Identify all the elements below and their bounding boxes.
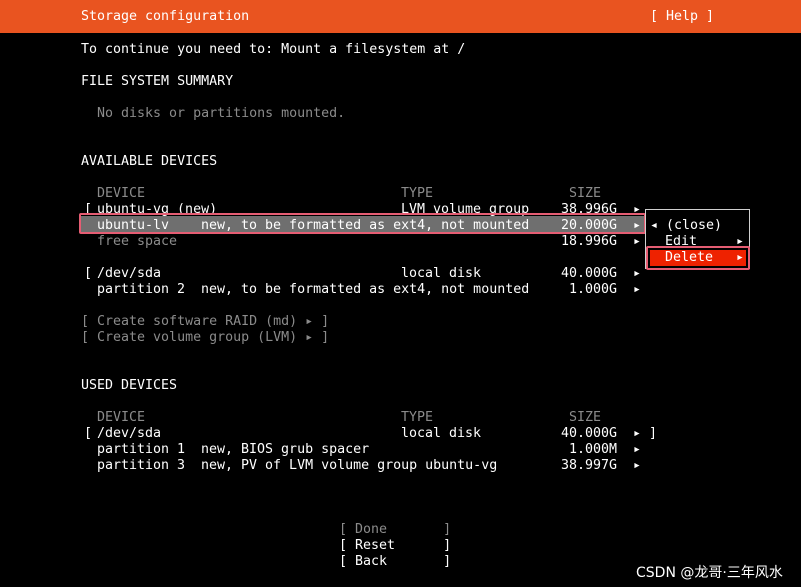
chevron-right-icon[interactable]: ▸ — [633, 234, 641, 250]
used-col-size: SIZE — [569, 410, 602, 425]
used-col-device: DEVICE — [97, 410, 146, 425]
chevron-right-icon[interactable]: ▸ — [633, 442, 641, 458]
available-col-type: TYPE — [401, 186, 434, 201]
available-col-device: DEVICE — [97, 186, 146, 201]
menu-item-close[interactable]: ◂ (close) — [650, 218, 722, 234]
help-button[interactable]: [ Help ] — [650, 9, 714, 25]
row-bracket: [ — [84, 426, 93, 441]
row-device: /dev/sda — [97, 266, 162, 281]
create-lvm-button[interactable]: [ Create volume group (LVM) ▸ ] — [81, 330, 329, 346]
create-raid-button[interactable]: [ Create software RAID (md) ▸ ] — [81, 314, 329, 330]
available-devices-heading: AVAILABLE DEVICES — [81, 154, 218, 169]
annotation-box-row — [79, 213, 646, 234]
row-type: new, to be formatted as ext4, not mounte… — [201, 282, 530, 297]
watermark: CSDN @龙哥·三年风水 — [636, 565, 783, 581]
fs-summary-empty: No disks or partitions mounted. — [97, 106, 346, 121]
row-size: 1.000G — [569, 282, 618, 297]
installer-screen: Storage configuration [ Help ] To contin… — [0, 0, 801, 587]
row-type: local disk — [401, 426, 482, 441]
header-bar: Storage configuration [ Help ] — [0, 0, 801, 33]
row-size: 38.997G — [561, 458, 618, 473]
row-bracket: [ — [84, 266, 93, 281]
row-size: 40.000G — [561, 266, 618, 281]
done-button[interactable]: [ Done ] — [339, 522, 451, 538]
chevron-right-icon[interactable]: ▸ ] — [633, 426, 657, 442]
back-button[interactable]: [ Back ] — [339, 554, 451, 570]
annotation-box-delete — [646, 246, 750, 270]
page-title: Storage configuration — [81, 9, 250, 24]
row-type: new, BIOS grub spacer — [201, 442, 370, 457]
row-device: partition 2 — [97, 282, 186, 297]
chevron-right-icon[interactable]: ▸ — [633, 458, 641, 474]
row-size: 18.996G — [561, 234, 618, 249]
fs-summary-heading: FILE SYSTEM SUMMARY — [81, 74, 234, 89]
reset-button[interactable]: [ Reset ] — [339, 538, 451, 554]
row-device: partition 1 — [97, 442, 186, 457]
instruction-text: To continue you need to: Mount a filesys… — [81, 42, 466, 57]
chevron-right-icon[interactable]: ▸ — [633, 282, 641, 298]
row-device: partition 3 — [97, 458, 186, 473]
row-device: free space — [97, 234, 178, 249]
used-devices-heading: USED DEVICES — [81, 378, 178, 393]
row-size: 1.000M — [569, 442, 618, 457]
row-device: /dev/sda — [97, 426, 162, 441]
used-col-type: TYPE — [401, 410, 434, 425]
chevron-right-icon[interactable]: ▸ — [633, 266, 641, 282]
row-size: 40.000G — [561, 426, 618, 441]
row-type: new, PV of LVM volume group ubuntu-vg — [201, 458, 498, 473]
available-col-size: SIZE — [569, 186, 602, 201]
row-type: local disk — [401, 266, 482, 281]
